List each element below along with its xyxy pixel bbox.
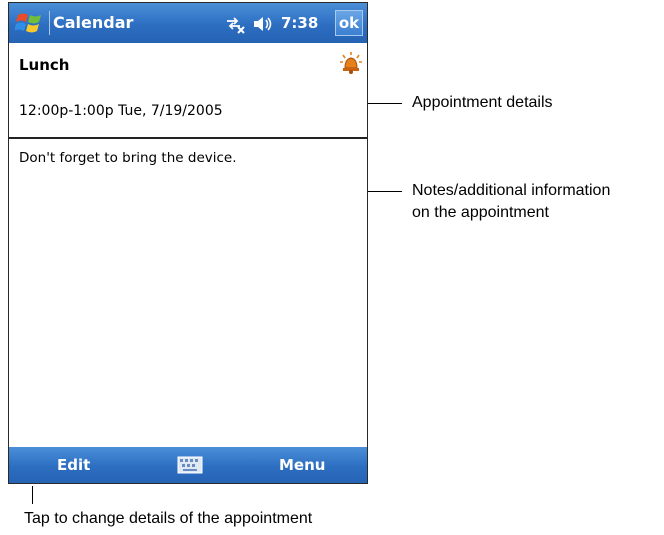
appointment-time: 12:00p-1:00p Tue, 7/19/2005 — [19, 103, 223, 119]
appointment-notes[interactable]: Don't forget to bring the device. — [19, 150, 237, 166]
pocket-pc-screen: Calendar 7:38 ok Lunch 12:00p-1:00p Tue,… — [8, 2, 368, 484]
appointment-subject: Lunch — [19, 56, 70, 74]
details-callout: Appointment details — [412, 94, 553, 111]
ok-button[interactable]: ok — [335, 10, 363, 36]
edit-leader-line — [32, 486, 33, 504]
edit-callout: Tap to change details of the appointment — [24, 510, 313, 527]
clock[interactable]: 7:38 — [281, 14, 318, 32]
notes-leader-line — [368, 191, 402, 192]
windows-flag-icon[interactable] — [14, 9, 45, 37]
keyboard-icon[interactable] — [177, 456, 203, 474]
details-leader-line — [368, 103, 402, 104]
app-title: Calendar — [53, 13, 134, 32]
speaker-icon[interactable] — [252, 14, 274, 34]
edit-button[interactable]: Edit — [57, 456, 90, 474]
alarm-bell-icon — [339, 51, 363, 75]
divider — [9, 137, 367, 139]
menu-button[interactable]: Menu — [279, 456, 325, 474]
connectivity-icon[interactable] — [224, 14, 246, 34]
notes-callout-line2: on the appointment — [412, 204, 549, 221]
notes-callout-line1: Notes/additional information — [412, 182, 611, 199]
title-separator — [49, 11, 50, 35]
title-bar: Calendar 7:38 ok — [9, 3, 367, 43]
menu-bar: Edit Menu — [9, 447, 367, 483]
